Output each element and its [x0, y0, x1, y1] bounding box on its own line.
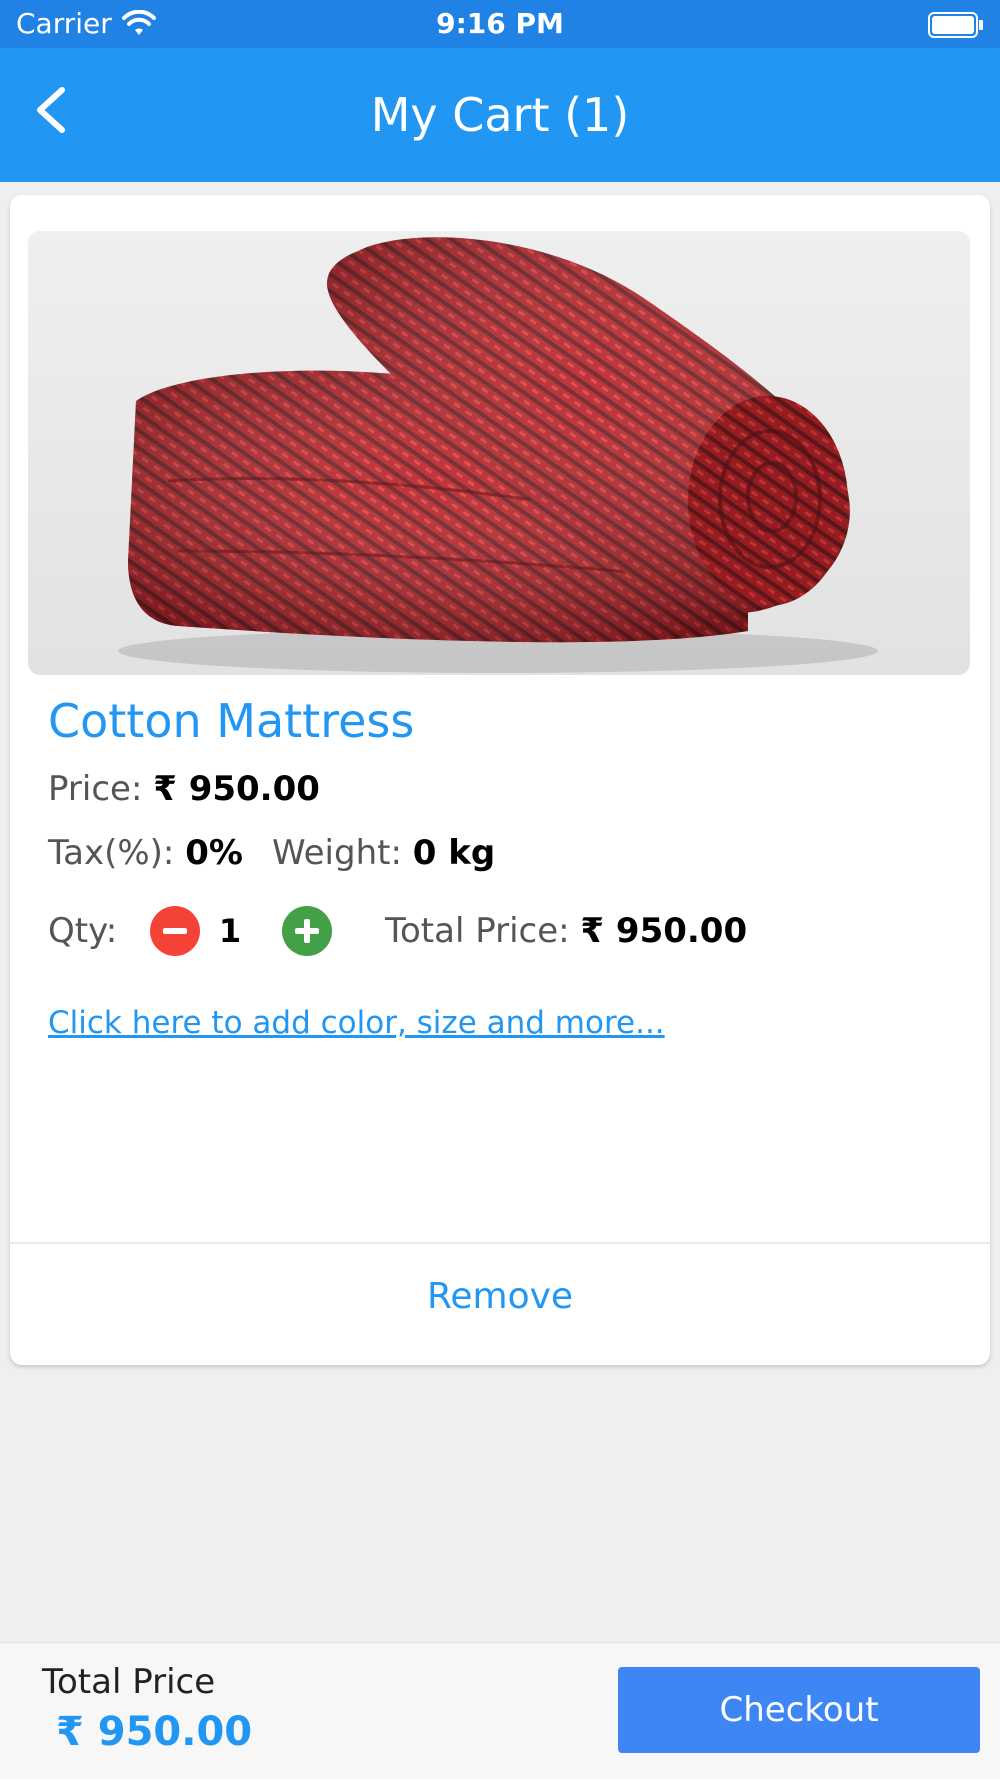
product-name: Cotton Mattress	[48, 694, 415, 748]
tax-value: 0%	[185, 833, 243, 873]
price-row: Price: ₹ 950.00	[48, 767, 320, 811]
add-options-link[interactable]: Click here to add color, size and more..…	[48, 1003, 665, 1043]
weight-value: 0 kg	[412, 833, 496, 873]
decrease-quantity-button[interactable]	[150, 906, 200, 956]
status-time: 9:16 PM	[436, 7, 564, 40]
price-label: Price:	[48, 769, 143, 809]
nav-bar: My Cart (1)	[0, 48, 1000, 182]
battery-icon	[928, 12, 984, 38]
weight-row: Weight: 0 kg	[272, 831, 495, 875]
cart-total-value: ₹ 950.00	[56, 1709, 253, 1755]
bottom-bar: Total Price ₹ 950.00 Checkout	[0, 1642, 1000, 1779]
item-total-value: ₹ 950.00	[580, 911, 748, 951]
checkout-button[interactable]: Checkout	[618, 1667, 980, 1753]
increase-quantity-button[interactable]	[282, 906, 332, 956]
price-value: ₹ 950.00	[153, 769, 320, 809]
item-total-label: Total Price:	[385, 911, 570, 951]
tax-row: Tax(%): 0%	[48, 831, 243, 875]
status-bar: Carrier 9:16 PM	[0, 0, 1000, 48]
qty-label: Qty:	[48, 911, 118, 951]
product-image	[28, 231, 970, 675]
item-total-row: Total Price: ₹ 950.00	[385, 909, 747, 953]
tax-label: Tax(%):	[48, 833, 175, 873]
weight-label: Weight:	[272, 833, 402, 873]
cart-item-card: Cotton Mattress Price: ₹ 950.00 Tax(%): …	[10, 195, 990, 1365]
page-title: My Cart (1)	[370, 88, 630, 142]
remove-button[interactable]: Remove	[10, 1244, 990, 1365]
cart-total-label: Total Price	[42, 1662, 216, 1702]
quantity-value: 1	[218, 912, 242, 950]
